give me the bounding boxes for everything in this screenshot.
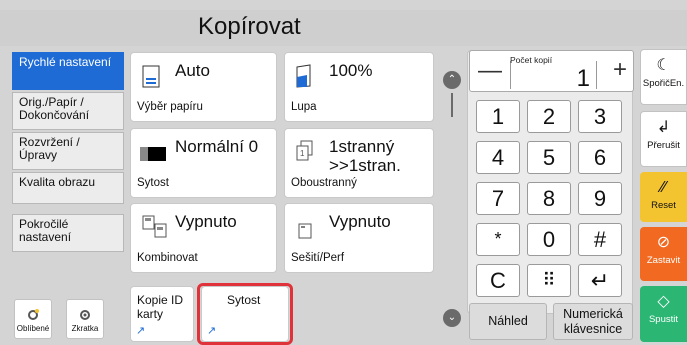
scroll-thumb[interactable]	[451, 93, 453, 117]
id-card-copy-label: Kopie ID karty	[137, 293, 184, 321]
nav-layout-edit[interactable]: Rozvržení /Úpravy	[12, 132, 124, 170]
grid-icon[interactable]: ⠿	[527, 264, 571, 297]
zoom-value: 100%	[329, 61, 373, 80]
favorites-button[interactable]: Oblíbené	[14, 299, 52, 339]
staple-punch-caption: Sešití/Perf	[291, 252, 345, 264]
nav-quick-setup-label: Rychlé nastavení	[19, 55, 112, 69]
paper-selection-caption: Výběr papíru	[137, 101, 203, 113]
key-hash[interactable]: #	[578, 223, 622, 256]
combine-tile[interactable]: Vypnuto Kombinovat	[130, 203, 277, 273]
duplex-tile[interactable]: 1 1stranný >>1stran. Oboustranný	[284, 128, 434, 198]
staple-punch-tile[interactable]: Vypnuto Sešití/Perf	[284, 203, 434, 273]
start-icon: ◇	[657, 293, 670, 310]
copies-count-value: 1	[576, 65, 590, 92]
paper-selection-tile[interactable]: Auto Výběr papíru	[130, 52, 277, 122]
interrupt-label: Přerušit	[647, 140, 680, 151]
gear-icon	[80, 310, 90, 320]
nav-layout-edit-label: Rozvržení /Úpravy	[19, 135, 80, 162]
numeric-keyboard-label: Numerická klávesnice	[563, 307, 623, 336]
combine-icon	[142, 215, 167, 238]
moon-icon: ☾	[656, 57, 671, 74]
preview-button[interactable]: Náhled	[469, 303, 547, 340]
duplex-caption: Oboustranný	[291, 177, 357, 189]
preview-label: Náhled	[488, 314, 528, 328]
key-8[interactable]: 8	[527, 182, 571, 215]
zoom-icon	[296, 64, 311, 88]
interrupt-icon: ↲	[656, 119, 671, 136]
copy-screen: Kopírovat Rychlé nastavení Orig./Papír /…	[0, 0, 687, 345]
id-card-copy-tile[interactable]: Kopie ID karty ↗	[130, 286, 194, 342]
svg-text:1: 1	[300, 149, 305, 158]
stop-button[interactable]: ⊘ Zastavit	[640, 227, 687, 281]
stop-icon: ⊘	[656, 234, 671, 251]
reset-button[interactable]: ∕∕ Reset	[640, 172, 687, 222]
duplex-icon: 1	[296, 140, 313, 161]
nav-image-quality[interactable]: Kvalita obrazu	[12, 172, 124, 204]
copies-minus-button[interactable]: —	[478, 57, 502, 85]
start-button[interactable]: ◇ Spustit	[640, 286, 687, 342]
gear-star-icon	[28, 309, 39, 320]
paper-tray-icon	[142, 65, 160, 88]
title-bar: Kopírovat	[0, 10, 687, 46]
scroll-down-icon[interactable]: ⌄	[443, 309, 461, 327]
staple-icon	[298, 223, 312, 239]
favorites-label: Oblíbené	[16, 324, 50, 333]
key-2[interactable]: 2	[527, 100, 571, 133]
scroll-up-icon[interactable]: ⌃	[443, 71, 461, 89]
duplex-value: 1stranný >>1stran.	[329, 137, 401, 175]
shortcut-arrow-icon: ↗	[136, 325, 146, 337]
key-1[interactable]: 1	[476, 100, 520, 133]
energy-saver-label: SpořičEn.	[642, 78, 685, 89]
nav-original-paper-label: Orig./Papír / Dokončování	[19, 95, 90, 122]
zoom-caption: Lupa	[291, 101, 317, 113]
reset-label: Reset	[651, 200, 676, 211]
stop-label: Zastavit	[646, 255, 681, 266]
density-caption: Sytost	[137, 177, 169, 189]
key-5[interactable]: 5	[527, 141, 571, 174]
key-7[interactable]: 7	[476, 182, 520, 215]
density-value: Normální 0	[175, 137, 259, 156]
key-6[interactable]: 6	[578, 141, 622, 174]
reset-icon: ∕∕	[660, 179, 667, 196]
combine-caption: Kombinovat	[137, 252, 198, 264]
density-icon	[140, 147, 166, 161]
page-title: Kopírovat	[198, 13, 301, 40]
shortcut-label: Zkratka	[71, 324, 99, 333]
highlight-frame	[197, 283, 293, 345]
paper-selection-value: Auto	[175, 61, 210, 80]
shortcut-button[interactable]: Zkratka	[66, 299, 104, 339]
nav-original-paper[interactable]: Orig./Papír / Dokončování	[12, 92, 124, 130]
key-9[interactable]: 9	[578, 182, 622, 215]
numeric-keyboard-button[interactable]: Numerická klávesnice	[553, 303, 633, 340]
density-tile[interactable]: Normální 0 Sytost	[130, 128, 277, 198]
nav-image-quality-label: Kvalita obrazu	[19, 175, 96, 189]
key-4[interactable]: 4	[476, 141, 520, 174]
copies-box: — 1 Počet kopií +	[469, 50, 634, 92]
zoom-tile[interactable]: 100% Lupa	[284, 52, 434, 122]
interrupt-button[interactable]: ↲ Přerušit	[640, 111, 687, 167]
nav-advanced-label: Pokročilé nastavení	[19, 217, 72, 244]
clear-key[interactable]: C	[476, 264, 520, 297]
copies-caption: Počet kopií	[510, 55, 553, 65]
enter-key-icon[interactable]: ↵	[578, 264, 622, 297]
nav-quick-setup[interactable]: Rychlé nastavení	[12, 52, 124, 90]
energy-saver-button[interactable]: ☾ SpořičEn.	[640, 49, 687, 105]
key-star[interactable]: *	[476, 223, 520, 256]
nav-advanced[interactable]: Pokročilé nastavení	[12, 214, 124, 252]
copies-count-field[interactable]: 1	[510, 61, 597, 92]
staple-punch-value: Vypnuto	[329, 212, 391, 231]
key-3[interactable]: 3	[578, 100, 622, 133]
combine-value: Vypnuto	[175, 212, 237, 231]
key-0[interactable]: 0	[527, 223, 571, 256]
start-label: Spustit	[648, 314, 679, 325]
copies-plus-button[interactable]: +	[613, 56, 627, 84]
